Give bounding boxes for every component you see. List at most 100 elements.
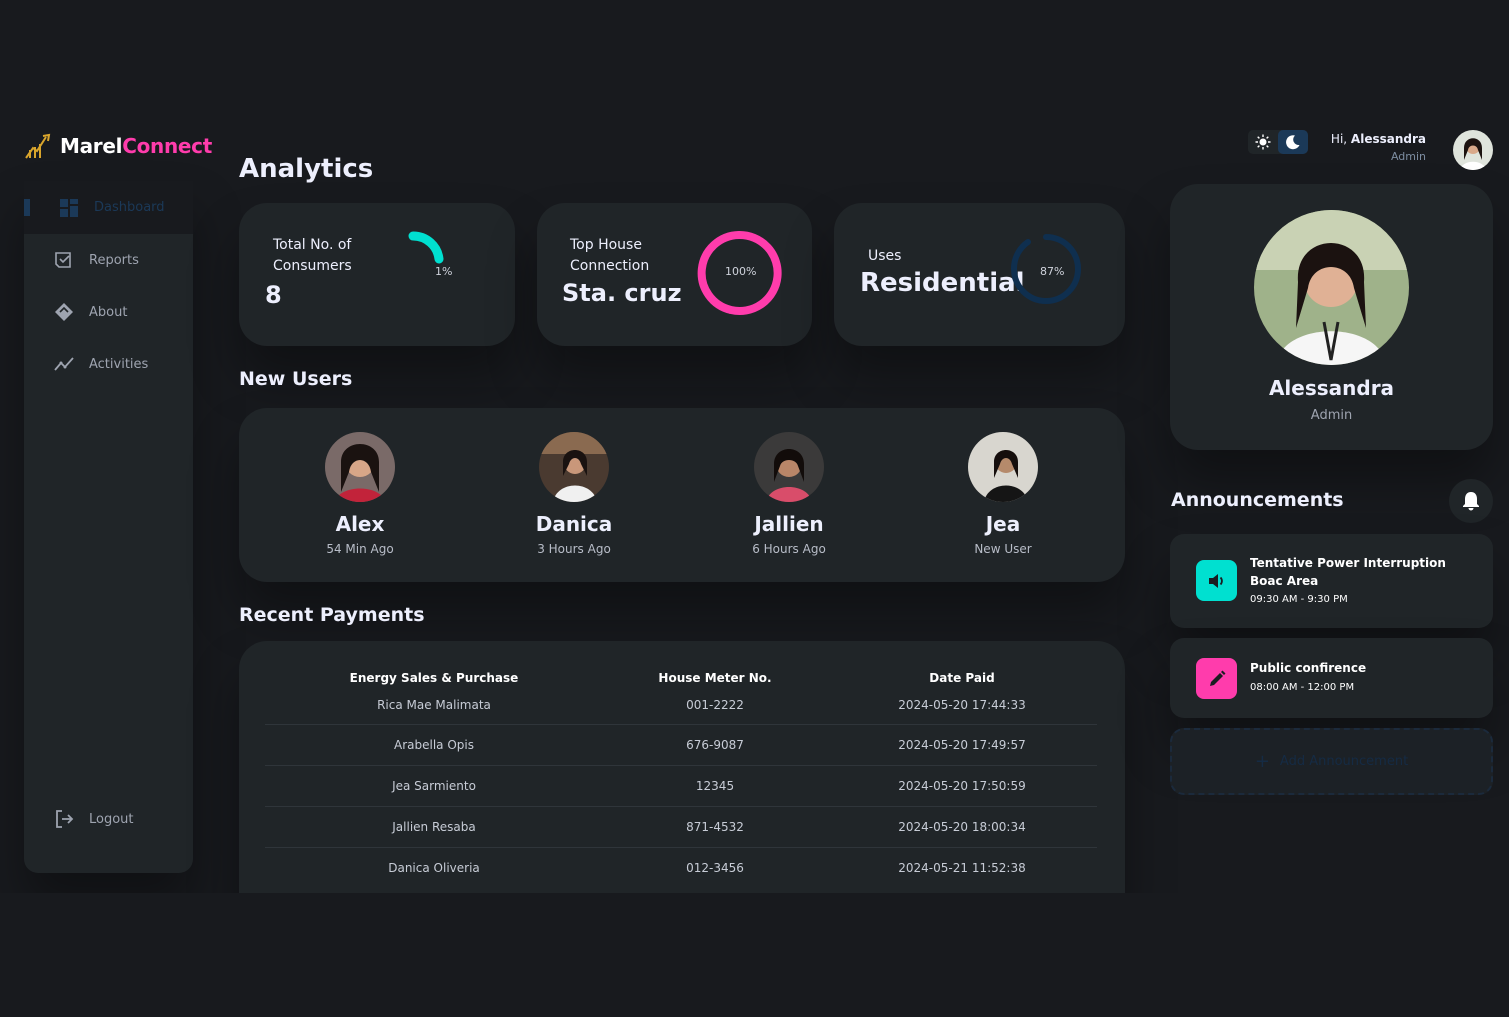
new-user-item[interactable]: Jallien 6 Hours Ago: [699, 432, 879, 556]
stat-percent: 87%: [1040, 265, 1065, 278]
stat-value: Residential: [860, 268, 1025, 298]
column-header: Energy Sales & Purchase: [349, 671, 519, 685]
sidebar-item-label: Dashboard: [94, 200, 165, 215]
column-header: House Meter No.: [658, 671, 772, 685]
stat-label: Uses: [868, 248, 902, 264]
table-row[interactable]: Jallien Resaba 871-4532 2024-05-20 18:00…: [265, 806, 1097, 848]
profile-name: Alessandra: [1268, 376, 1395, 400]
table-cell: Jallien Resaba: [265, 806, 603, 848]
payments-table: Energy Sales & Purchase House Meter No. …: [265, 665, 1097, 888]
recent-payments-title: Recent Payments: [239, 604, 425, 626]
announcements-title: Announcements: [1171, 489, 1344, 511]
reports-icon: [55, 252, 71, 268]
stat-value: 8: [265, 281, 282, 309]
table-cell: 2024-05-21 11:52:38: [898, 860, 1026, 875]
app-root: MarelConnect Dashboard Reports About Act…: [0, 108, 1509, 893]
table-header-row: Energy Sales & Purchase House Meter No. …: [265, 665, 1097, 687]
table-cell: Danica Oliveria: [388, 860, 480, 875]
logo-mark-icon: [25, 133, 51, 159]
sun-icon[interactable]: [1248, 130, 1278, 154]
stat-label: Total No. of Consumers: [273, 237, 352, 274]
sidebar-item-label: Reports: [89, 252, 139, 268]
user-name: Alex: [335, 512, 385, 536]
table-row[interactable]: Jea Sarmiento 12345 2024-05-20 17:50:59: [265, 765, 1097, 807]
profile-photo: [1254, 210, 1409, 365]
new-users-card: Alex 54 Min Ago Danica 3 Hours Ago Jalli…: [239, 408, 1125, 582]
new-user-item[interactable]: Danica 3 Hours Ago: [484, 432, 664, 556]
table-cell: 001-2222: [603, 687, 827, 725]
user-name: Danica: [535, 512, 613, 536]
table-cell: 012-3456: [686, 860, 744, 875]
bell-icon: [1463, 492, 1479, 511]
logout-button[interactable]: Logout: [24, 799, 193, 839]
user-name: Jallien: [754, 512, 824, 536]
sidebar-item-reports[interactable]: Reports: [24, 240, 193, 280]
announcement-title: Public confirence: [1250, 661, 1367, 675]
notifications-button[interactable]: [1449, 479, 1493, 523]
brand-name-part1: Marel: [60, 134, 123, 158]
plus-icon: +: [1254, 751, 1270, 772]
add-announcement-button[interactable]: + Add Announcement: [1170, 728, 1493, 795]
table-row[interactable]: Arabella Opis 676-9087 2024-05-20 17:49:…: [265, 724, 1097, 766]
sidebar-item-label: About: [89, 304, 128, 320]
announcement-item[interactable]: Tentative Power Interruption Boac Area 0…: [1170, 534, 1493, 628]
table-cell: Rica Mae Malimata: [265, 687, 603, 725]
theme-toggle[interactable]: [1248, 130, 1308, 154]
stat-card-house-connection: Top House Connection Sta. cruz 100%: [537, 203, 812, 346]
stat-progress-ring: [408, 231, 444, 264]
table-row[interactable]: Rica Mae Malimata 001-2222 2024-05-20 17…: [265, 687, 1097, 725]
sidebar: Dashboard Reports About Activities Logou…: [24, 181, 193, 873]
stat-percent: 100%: [725, 265, 757, 278]
user-name: Jea: [985, 512, 1021, 536]
profile-card: Alessandra Admin: [1170, 184, 1493, 450]
sidebar-item-about[interactable]: About: [24, 292, 193, 332]
table-cell: 676-9087: [603, 724, 827, 766]
profile-avatar[interactable]: [1453, 130, 1493, 170]
analytics-title: Analytics: [239, 154, 374, 184]
user-time: 6 Hours Ago: [752, 542, 826, 556]
speaker-icon: [1196, 560, 1237, 601]
table-cell: 2024-05-20 17:49:57: [827, 724, 1097, 766]
stat-value: Sta. cruz: [562, 279, 682, 307]
greeting-role: Admin: [1390, 150, 1426, 163]
avatar: [968, 432, 1038, 502]
profile-role: Admin: [1310, 408, 1353, 423]
user-time: 54 Min Ago: [326, 542, 394, 556]
user-time: New User: [974, 542, 1032, 556]
logout-label: Logout: [89, 811, 134, 827]
add-announcement-label: Add Announcement: [1279, 754, 1409, 769]
table-cell: Arabella Opis: [265, 724, 603, 766]
greeting-name: Alessandra: [1350, 132, 1426, 146]
sidebar-item-activities[interactable]: Activities: [24, 344, 193, 384]
user-time: 3 Hours Ago: [537, 542, 611, 556]
brand-name-part2: Connect: [122, 134, 212, 158]
table-cell: 871-4532: [603, 806, 827, 848]
activities-icon: [54, 357, 74, 371]
announcement-time: 08:00 AM - 12:00 PM: [1250, 682, 1355, 693]
announcement-time: 09:30 AM - 9:30 PM: [1250, 594, 1348, 605]
recent-payments-card: Energy Sales & Purchase House Meter No. …: [239, 641, 1125, 893]
avatar: [325, 432, 395, 502]
brand-logo[interactable]: MarelConnect: [24, 130, 212, 162]
stat-card-uses: Uses Residential 87%: [834, 203, 1125, 346]
dashboard-icon: [60, 198, 78, 217]
announcement-title: Tentative Power Interruption Boac Area: [1250, 556, 1446, 588]
pencil-icon: [1196, 658, 1237, 699]
logout-icon: [56, 810, 74, 828]
stat-percent: 1%: [435, 265, 453, 278]
table-cell: 2024-05-20 17:50:59: [827, 765, 1097, 807]
greeting-prefix: Hi,: [1330, 132, 1351, 146]
announcement-item[interactable]: Public confirence 08:00 AM - 12:00 PM: [1170, 638, 1493, 718]
table-cell: 12345: [603, 765, 827, 807]
table-row[interactable]: Danica Oliveria 012-3456 2024-05-21 11:5…: [265, 847, 1097, 888]
sidebar-item-dashboard[interactable]: Dashboard: [24, 181, 193, 234]
about-icon: [55, 303, 73, 321]
table-cell: 2024-05-20 17:44:33: [827, 687, 1097, 725]
column-header: Date Paid: [929, 671, 995, 685]
table-cell: 2024-05-20 18:00:34: [827, 806, 1097, 848]
new-user-item[interactable]: Jea New User: [913, 432, 1093, 556]
stat-card-consumers: Total No. of Consumers 8 1%: [239, 203, 515, 346]
avatar: [539, 432, 609, 502]
new-user-item[interactable]: Alex 54 Min Ago: [270, 432, 450, 556]
avatar: [754, 432, 824, 502]
